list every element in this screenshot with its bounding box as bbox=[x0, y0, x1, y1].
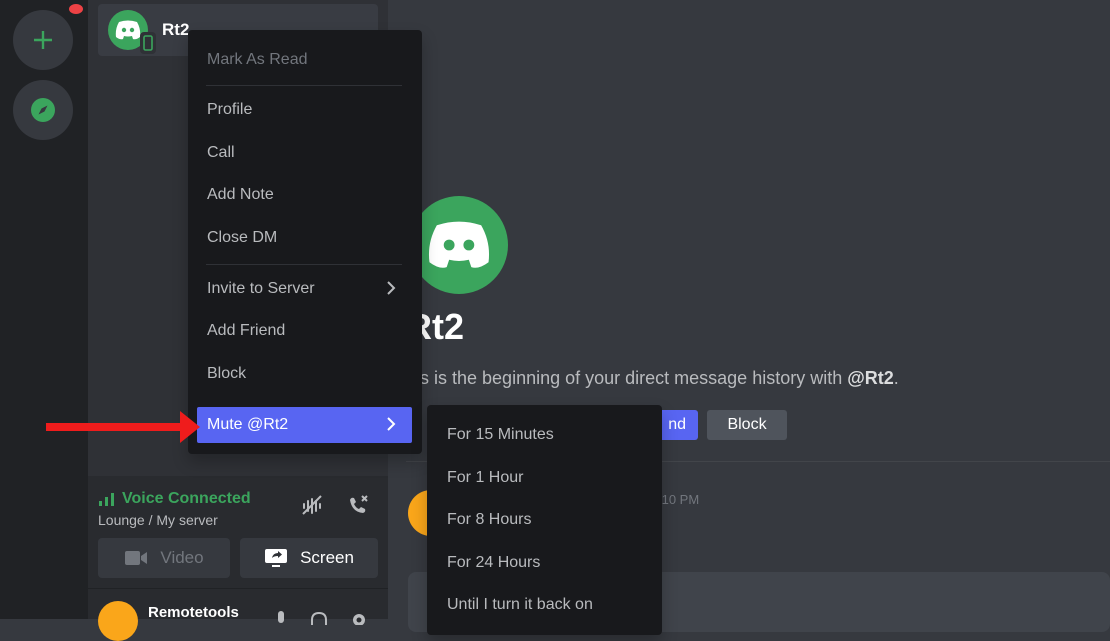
discord-icon bbox=[428, 221, 490, 268]
chevron-right-icon bbox=[387, 281, 396, 295]
voice-status[interactable]: Voice Connected bbox=[98, 490, 251, 508]
dm-name: Rt2 bbox=[162, 20, 190, 39]
mute-option-1-hour[interactable]: For 1 Hour bbox=[447, 469, 523, 487]
menu-item-invite-to-server[interactable]: Invite to Server bbox=[197, 271, 412, 307]
menu-item-call[interactable]: Call bbox=[197, 135, 412, 171]
signal-icon bbox=[99, 493, 114, 506]
screen-share-icon bbox=[265, 549, 288, 567]
menu-item-profile[interactable]: Profile bbox=[197, 92, 412, 128]
server-rail bbox=[0, 0, 88, 619]
mute-option-8-hours[interactable]: For 8 Hours bbox=[447, 511, 531, 529]
avatar bbox=[108, 10, 156, 54]
mute-option-until-turned-on[interactable]: Until I turn it back on bbox=[447, 596, 593, 614]
voice-location[interactable]: Lounge / My server bbox=[98, 512, 218, 528]
mention[interactable]: @Rt2 bbox=[847, 368, 894, 388]
user-panel: Remotetools bbox=[88, 589, 388, 641]
plus-icon bbox=[34, 31, 52, 49]
menu-item-block[interactable]: Block bbox=[197, 356, 412, 392]
dm-context-menu: Mark As Read Profile Call Add Note Close… bbox=[188, 30, 422, 454]
user-name: Remotetools bbox=[148, 604, 239, 621]
headphones-icon[interactable] bbox=[310, 611, 328, 630]
voice-panel: Voice Connected Lounge / My server Video… bbox=[88, 476, 388, 589]
annotation-arrow-head bbox=[180, 411, 200, 443]
block-button[interactable]: Block bbox=[707, 410, 787, 440]
chevron-right-icon bbox=[387, 417, 396, 431]
mute-option-15-minutes[interactable]: For 15 Minutes bbox=[447, 426, 554, 444]
mobile-icon bbox=[140, 32, 156, 54]
add-server-button[interactable] bbox=[13, 4, 83, 70]
compass-icon bbox=[31, 98, 55, 122]
divider bbox=[206, 264, 402, 265]
annotation-arrow bbox=[46, 423, 184, 431]
camera-icon bbox=[125, 551, 148, 565]
menu-item-add-note[interactable]: Add Note bbox=[197, 177, 412, 213]
microphone-icon[interactable] bbox=[274, 611, 288, 630]
noise-suppression-icon[interactable] bbox=[300, 494, 324, 521]
menu-item-mark-as-read[interactable]: Mark As Read bbox=[197, 42, 412, 78]
discord-icon bbox=[115, 20, 141, 40]
screen-share-button[interactable]: Screen bbox=[240, 538, 378, 578]
notification-dot bbox=[69, 4, 83, 14]
menu-item-mute[interactable]: Mute @Rt2 bbox=[197, 407, 412, 443]
mute-option-24-hours[interactable]: For 24 Hours bbox=[447, 554, 540, 572]
avatar[interactable] bbox=[98, 601, 138, 641]
mute-submenu: For 15 Minutes For 1 Hour For 8 Hours Fo… bbox=[427, 405, 662, 635]
menu-item-add-friend[interactable]: Add Friend bbox=[197, 313, 412, 349]
avatar bbox=[410, 196, 508, 294]
voice-status-label: Voice Connected bbox=[122, 490, 251, 507]
welcome-text: his is the beginning of your direct mess… bbox=[406, 368, 899, 388]
gear-icon[interactable] bbox=[350, 611, 368, 630]
explore-servers-button[interactable] bbox=[13, 80, 73, 140]
video-button[interactable]: Video bbox=[98, 538, 230, 578]
disconnect-icon[interactable] bbox=[346, 494, 370, 521]
message-timestamp: :10 PM bbox=[658, 492, 700, 507]
menu-item-close-dm[interactable]: Close DM bbox=[197, 220, 412, 256]
divider bbox=[206, 85, 402, 86]
